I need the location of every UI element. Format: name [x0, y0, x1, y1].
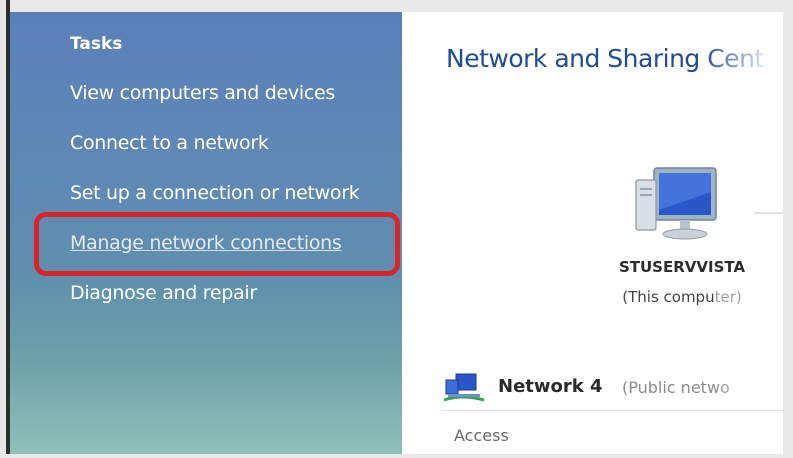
computer-subtitle-text: (This compu: [622, 288, 715, 306]
tasks-sidebar: Tasks View computers and devices Connect…: [10, 12, 402, 454]
main-panel: Network and Sharing Cent STUSERVVISTA (T…: [402, 12, 783, 454]
task-view-computers-and-devices[interactable]: View computers and devices: [70, 82, 335, 104]
network-divider: [442, 410, 783, 411]
computer-subtitle: (This computer): [598, 288, 766, 306]
network-name: Network 4: [498, 376, 603, 397]
network-map-connector: [754, 212, 783, 214]
title-fade-overlay: [703, 36, 783, 82]
highlight-annotation-box: [34, 212, 400, 276]
screenshot-frame: Tasks View computers and devices Connect…: [0, 0, 793, 458]
window-right-border: [783, 0, 793, 458]
window-top-border: [0, 0, 793, 12]
task-diagnose-and-repair[interactable]: Diagnose and repair: [70, 282, 257, 304]
computer-subtitle-faded: ter): [714, 288, 742, 306]
access-label: Access: [454, 426, 509, 445]
task-connect-to-network[interactable]: Connect to a network: [70, 132, 269, 154]
tasks-heading: Tasks: [70, 34, 123, 54]
network-fade-overlay: [713, 368, 783, 404]
window-bottom-border: [0, 454, 793, 458]
window-left-border: [0, 0, 10, 458]
computer-icon[interactable]: [632, 162, 732, 250]
task-set-up-connection[interactable]: Set up a connection or network: [70, 182, 360, 204]
computer-name-label: STUSERVVISTA: [618, 258, 746, 276]
network-bench-icon: [443, 373, 485, 402]
